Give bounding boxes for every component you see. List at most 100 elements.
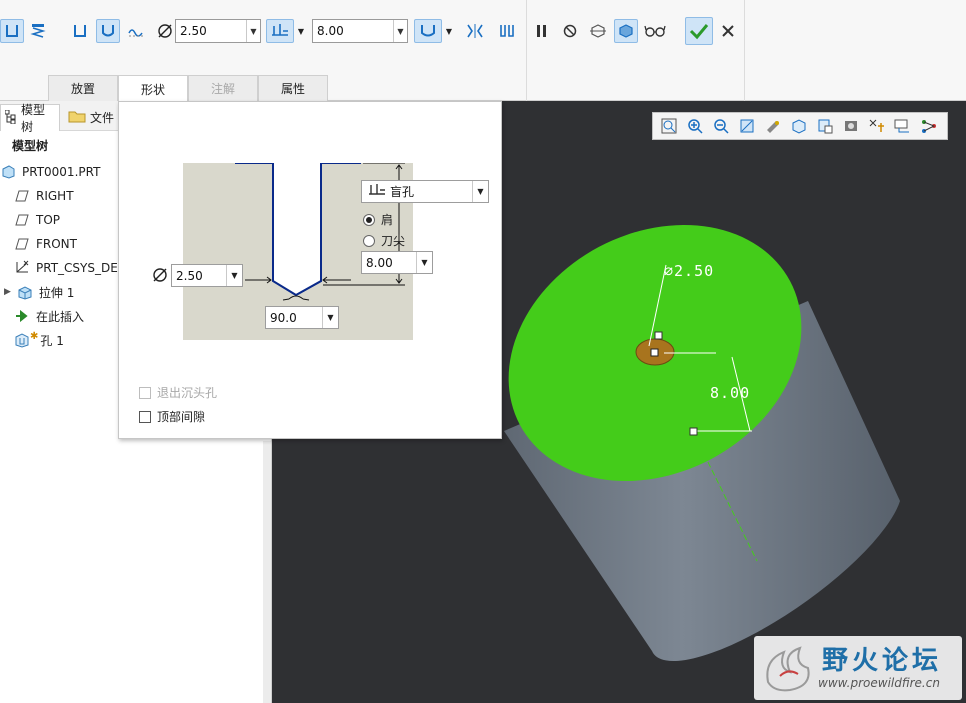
chevron-down-icon[interactable]: ▼ bbox=[393, 20, 407, 42]
watermark-logo-icon bbox=[760, 642, 816, 697]
datum-display-icon[interactable] bbox=[865, 115, 889, 137]
annotation-display-icon[interactable] bbox=[891, 115, 915, 137]
tree-item-label: 拉伸 1 bbox=[38, 285, 75, 300]
checkbox[interactable] bbox=[139, 410, 151, 423]
radio-tip[interactable]: 刀尖 bbox=[363, 232, 405, 249]
diameter-input[interactable]: 2.50 ▼ bbox=[175, 19, 261, 43]
refit-icon[interactable] bbox=[657, 115, 681, 137]
flip-direction-icon[interactable] bbox=[463, 19, 487, 43]
ribbon: 2.50 ▼ ▼ 8.00 ▼ ▼ 放置 形状 注解 属性 bbox=[0, 0, 966, 102]
sketch-profile-icon[interactable] bbox=[124, 19, 148, 43]
depth-type-dropdown[interactable]: 盲孔 ▼ bbox=[361, 180, 489, 203]
shape-depth-value: 8.00 bbox=[366, 255, 393, 270]
glasses-icon[interactable] bbox=[643, 19, 667, 43]
no-preview-icon[interactable] bbox=[558, 19, 582, 43]
scrollbar[interactable] bbox=[263, 441, 271, 703]
tree-item-label: PRT_CSYS_DE bbox=[36, 261, 118, 275]
chevron-down-icon[interactable]: ▼ bbox=[416, 252, 432, 273]
tab-placement[interactable]: 放置 bbox=[48, 75, 118, 101]
pause-icon[interactable] bbox=[530, 19, 554, 43]
verify-icon[interactable] bbox=[614, 19, 638, 43]
tree-item-top[interactable]: TOP bbox=[14, 209, 60, 231]
shape-depth-input[interactable]: 8.00 ▼ bbox=[361, 251, 433, 274]
drill-angle-input[interactable]: 90.0 ▼ bbox=[265, 306, 339, 329]
depth-input-value: 8.00 bbox=[317, 24, 344, 38]
top-clearance-checkbox[interactable]: 顶部间隙 bbox=[139, 408, 205, 425]
depth-type-value: 盲孔 bbox=[390, 185, 415, 199]
drag-handle[interactable] bbox=[650, 348, 659, 357]
view-manager-icon[interactable] bbox=[813, 115, 837, 137]
tree-item-csys[interactable]: PRT_CSYS_DE bbox=[14, 257, 118, 279]
depth-to-icon[interactable] bbox=[414, 19, 442, 43]
radio-label: 刀尖 bbox=[381, 234, 406, 248]
repaint-icon[interactable] bbox=[735, 115, 759, 137]
perspective-icon[interactable] bbox=[839, 115, 863, 137]
tab-label: 模型树 bbox=[21, 103, 46, 134]
blind-depth-icon[interactable] bbox=[266, 19, 294, 43]
standard-profile-icon[interactable] bbox=[96, 19, 120, 43]
new-feature-icon: ✱ bbox=[30, 330, 39, 342]
tree-item-label: 在此插入 bbox=[36, 309, 85, 324]
chevron-down-icon[interactable]: ▼ bbox=[226, 265, 242, 286]
cancel-close-icon[interactable] bbox=[716, 19, 740, 43]
chevron-down-icon[interactable]: ▼ bbox=[442, 19, 456, 43]
tab-model-tree[interactable]: 模型树 bbox=[0, 103, 60, 134]
tree-item-label: TOP bbox=[36, 213, 61, 227]
saved-views-icon[interactable] bbox=[787, 115, 811, 137]
part-icon bbox=[0, 164, 16, 180]
exit-countersink-checkbox: 退出沉头孔 bbox=[139, 384, 217, 401]
datum-plane-icon bbox=[14, 236, 30, 252]
tab-folder-browser[interactable]: 文件 bbox=[64, 104, 118, 131]
drag-handle[interactable] bbox=[689, 427, 698, 436]
flat-bottom-icon[interactable] bbox=[68, 19, 92, 43]
tree-item-insert-here[interactable]: 在此插入 bbox=[14, 305, 84, 327]
radio-button[interactable] bbox=[363, 234, 375, 247]
drag-handle[interactable] bbox=[654, 331, 663, 340]
tab-annotations[interactable]: 注解 bbox=[188, 75, 258, 101]
datum-plane-icon bbox=[14, 212, 30, 228]
diameter-icon bbox=[151, 266, 169, 287]
zoom-out-icon[interactable] bbox=[709, 115, 733, 137]
ribbon-separator bbox=[526, 0, 527, 101]
tree-item-label: RIGHT bbox=[36, 189, 74, 203]
csys-icon bbox=[14, 260, 30, 276]
chevron-down-icon[interactable]: ▼ bbox=[294, 19, 308, 43]
chevron-down-icon[interactable]: ▼ bbox=[322, 307, 338, 328]
tree-item-front[interactable]: FRONT bbox=[14, 233, 77, 255]
tab-properties[interactable]: 属性 bbox=[258, 75, 328, 101]
add-thread-icon[interactable] bbox=[495, 19, 519, 43]
tab-shape[interactable]: 形状 bbox=[118, 75, 188, 102]
watermark-title: 野火论坛 bbox=[822, 646, 943, 676]
tree-item-hole[interactable]: ✱ 孔 1 bbox=[14, 329, 64, 351]
shape-diameter-input[interactable]: 2.50 ▼ bbox=[171, 264, 243, 287]
radio-shoulder[interactable]: 肩 bbox=[363, 211, 393, 228]
shape-panel: 盲孔 ▼ 肩 刀尖 8.00 ▼ 2.50 ▼ 90.0 ▼ 退出沉头孔 顶部间… bbox=[118, 101, 502, 439]
expand-arrow-icon[interactable]: ▶ bbox=[4, 287, 11, 297]
depth-dimension-label[interactable]: 8.00 bbox=[710, 384, 750, 402]
chevron-down-icon[interactable]: ▼ bbox=[472, 181, 488, 202]
view-toolbar bbox=[652, 112, 948, 140]
tree-item-part[interactable]: PRT0001.PRT bbox=[0, 161, 100, 183]
depth-input[interactable]: 8.00 ▼ bbox=[312, 19, 408, 43]
datum-plane-icon bbox=[14, 188, 30, 204]
radio-button[interactable] bbox=[363, 213, 375, 226]
insert-here-arrow-icon bbox=[14, 308, 30, 324]
chevron-down-icon[interactable]: ▼ bbox=[246, 20, 260, 42]
tab-label: 属性 bbox=[280, 82, 305, 96]
accept-check-icon[interactable] bbox=[685, 17, 713, 45]
folder-icon bbox=[68, 109, 86, 126]
tree-item-extrude[interactable]: ▶ 拉伸 1 bbox=[4, 281, 74, 303]
display-style-icon[interactable] bbox=[761, 115, 785, 137]
diameter-input-value: 2.50 bbox=[180, 24, 207, 38]
watermark-url: www.proewildfire.cn bbox=[818, 676, 940, 690]
standard-hole-icon[interactable] bbox=[26, 19, 50, 43]
spin-center-icon[interactable] bbox=[917, 115, 941, 137]
simple-hole-icon[interactable] bbox=[0, 19, 24, 43]
preview-icon[interactable] bbox=[586, 19, 610, 43]
tree-item-right[interactable]: RIGHT bbox=[14, 185, 74, 207]
checkbox-label: 退出沉头孔 bbox=[157, 386, 218, 400]
tab-label: 注解 bbox=[210, 82, 235, 96]
shape-diameter-value: 2.50 bbox=[176, 268, 203, 283]
diameter-dimension-label[interactable]: ⌀2.50 bbox=[664, 262, 714, 280]
zoom-in-icon[interactable] bbox=[683, 115, 707, 137]
